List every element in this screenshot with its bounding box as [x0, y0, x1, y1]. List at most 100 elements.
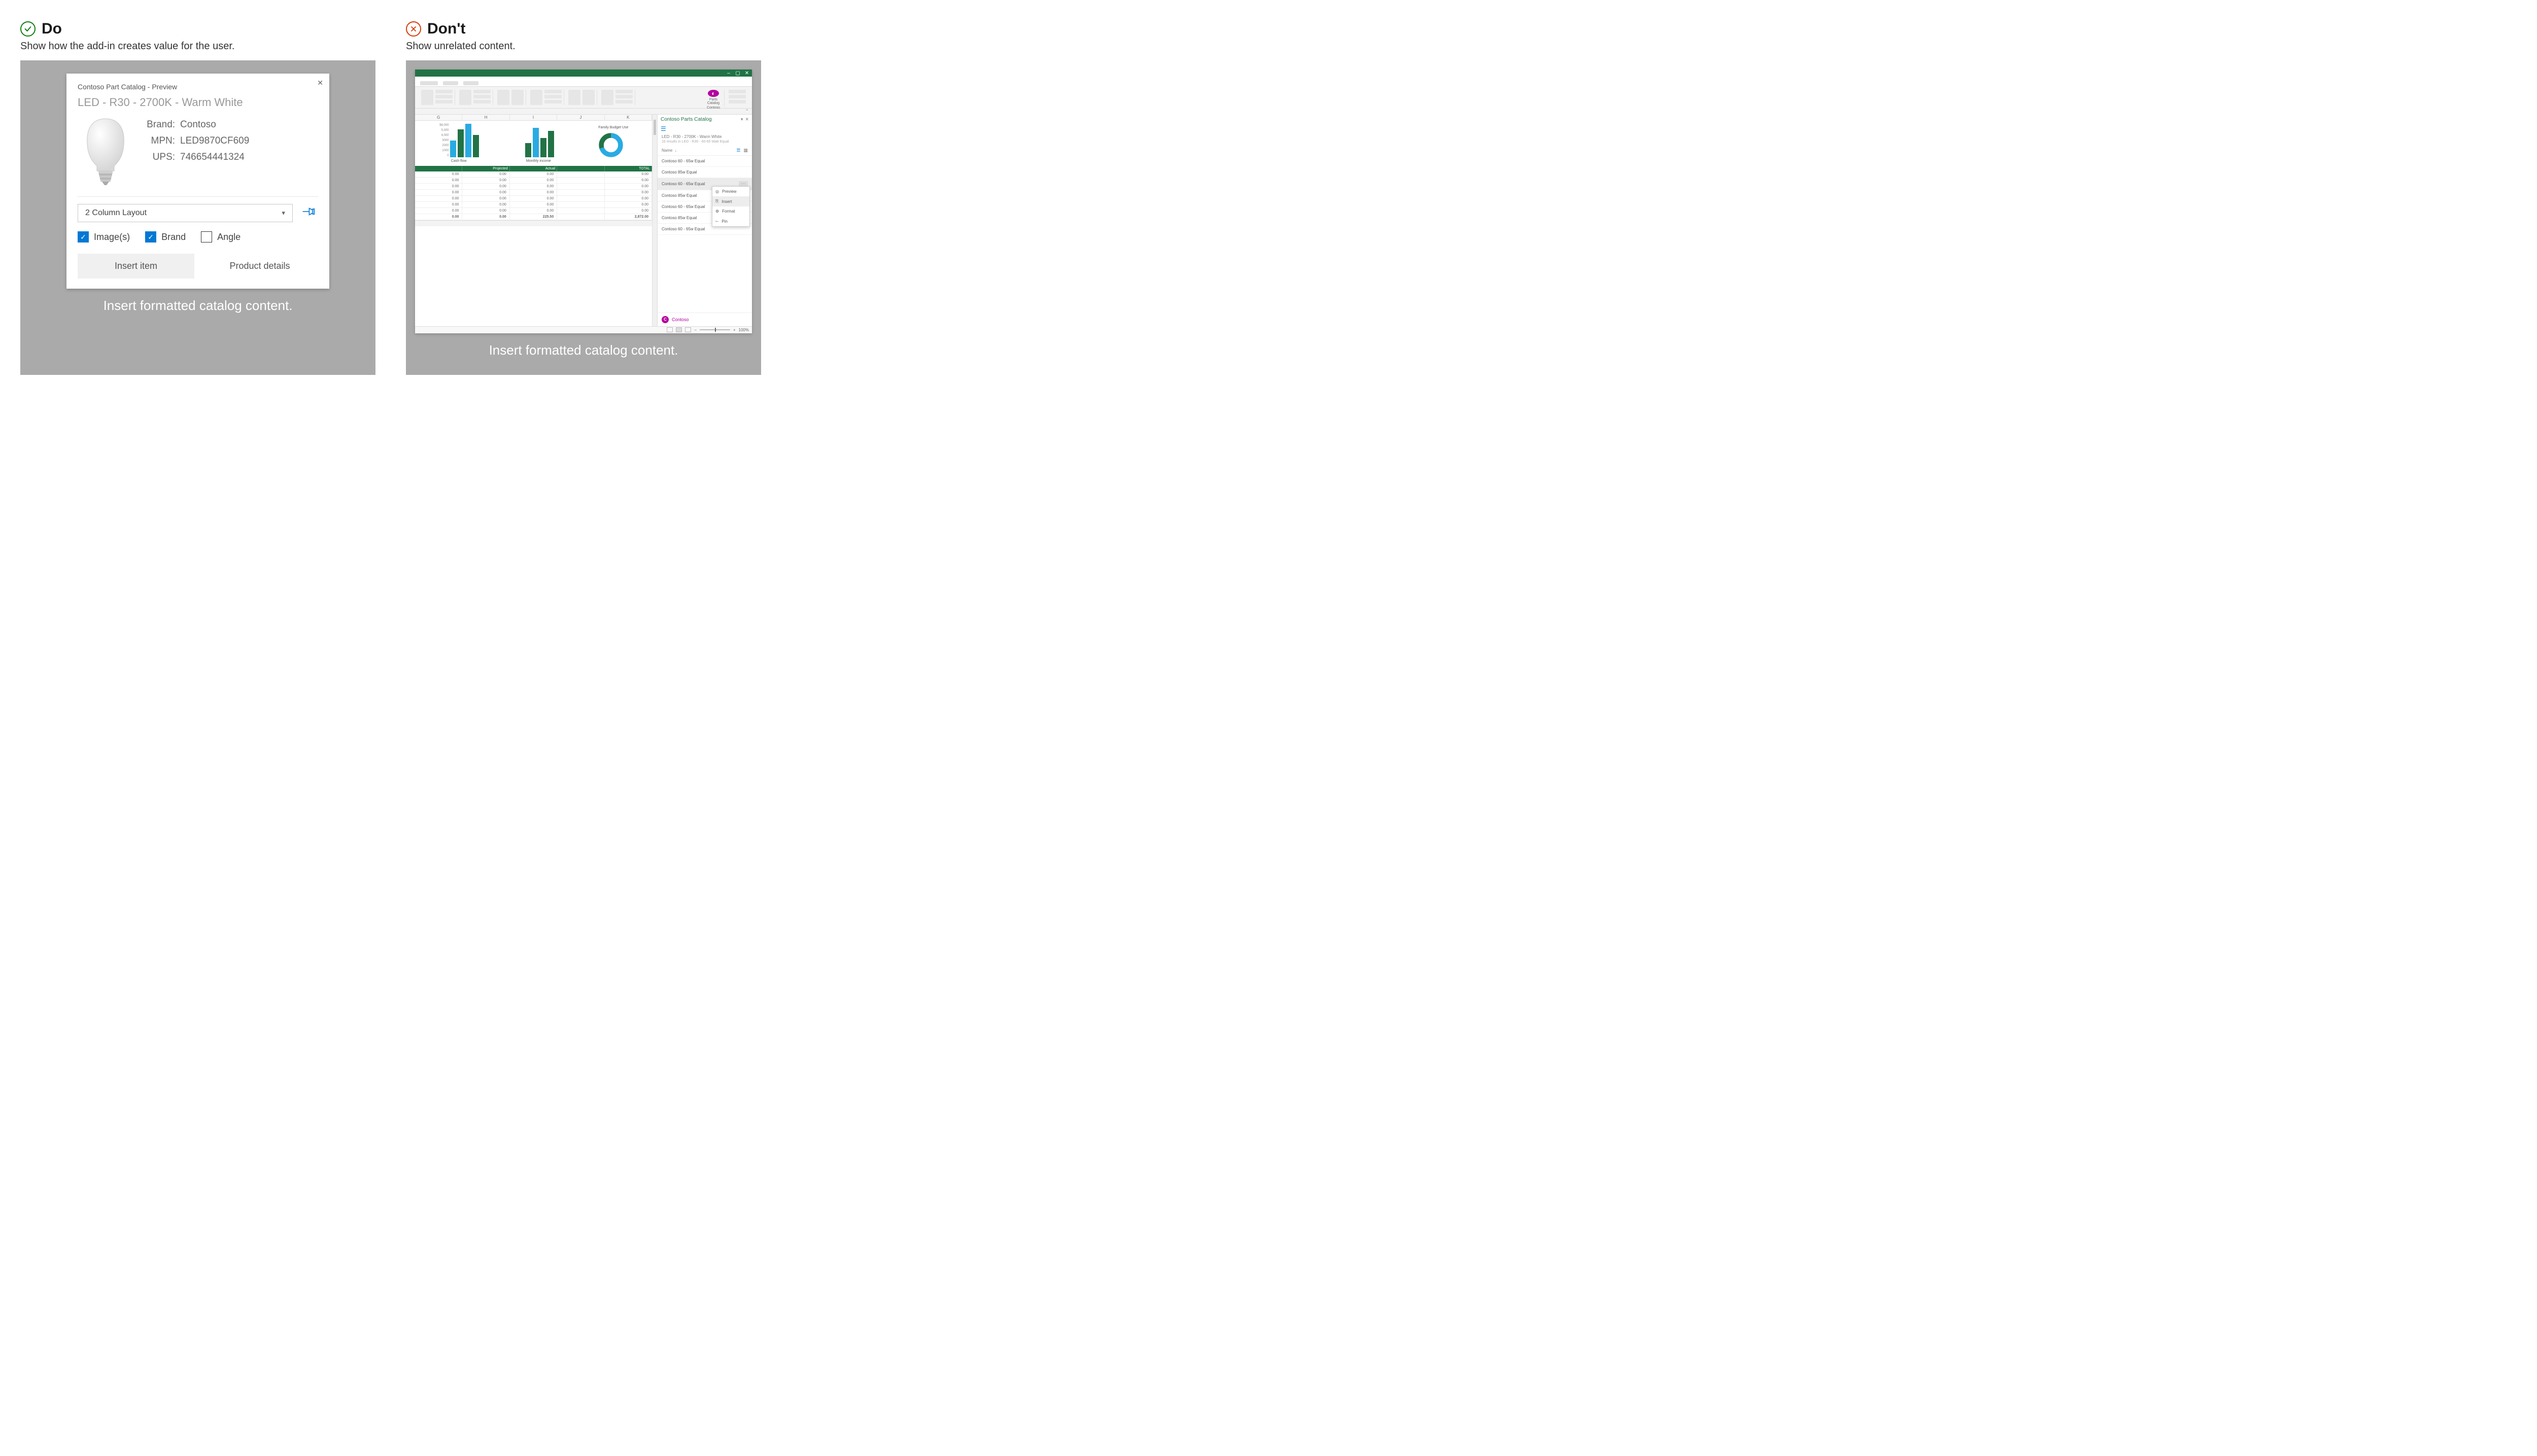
view-normal-icon[interactable]	[667, 327, 673, 332]
images-checkbox[interactable]: ✓ Image(s)	[78, 231, 130, 242]
table-cell[interactable]: 0.00	[415, 196, 462, 201]
table-col-header[interactable]: Actual	[510, 166, 557, 171]
ribbon-button[interactable]	[435, 95, 453, 98]
ribbon-button[interactable]	[601, 90, 613, 105]
ribbon-button[interactable]	[729, 95, 746, 98]
table-cell[interactable]: 0.00	[415, 171, 462, 177]
column-header[interactable]: G	[415, 115, 462, 120]
table-cell[interactable]: 0.00	[462, 196, 509, 201]
table-cell[interactable]	[557, 208, 604, 214]
sort-arrow-icon[interactable]: ↓	[674, 148, 677, 153]
table-cell[interactable]	[557, 171, 604, 177]
table-cell[interactable]: 0.00	[415, 208, 462, 214]
table-col-header[interactable]: Projected	[462, 166, 509, 171]
table-cell[interactable]: 0.00	[605, 178, 652, 183]
ribbon-tab[interactable]	[443, 81, 458, 85]
ribbon-button[interactable]	[459, 90, 471, 105]
maximize-icon[interactable]: ▢	[735, 71, 741, 76]
table-cell[interactable]: 0.00	[605, 196, 652, 201]
taskpane-breadcrumb[interactable]: LED - R30 - 2700K - Warm White	[658, 133, 752, 140]
minimize-icon[interactable]: –	[726, 71, 732, 76]
close-icon[interactable]: ✕	[745, 117, 749, 122]
ribbon-button[interactable]	[497, 90, 509, 105]
format-menu-item[interactable]: ⚙Format	[712, 206, 749, 216]
zoom-slider[interactable]	[700, 329, 730, 330]
ribbon-button[interactable]	[615, 100, 633, 103]
table-cell[interactable]	[557, 184, 604, 189]
table-cell[interactable]	[557, 196, 604, 201]
table-cell[interactable]	[557, 202, 604, 207]
column-header[interactable]: J	[557, 115, 604, 120]
parts-catalog-button[interactable]: ◐ Parts Catalog Contoso	[705, 90, 722, 107]
table-cell[interactable]: 0.00	[462, 202, 509, 207]
vertical-scrollbar[interactable]	[652, 115, 657, 326]
list-item[interactable]: Contoso 60 - 65w Equal	[658, 156, 752, 167]
close-icon[interactable]: ✕	[744, 71, 750, 76]
ribbon-button[interactable]	[544, 100, 562, 103]
table-cell[interactable]: 0.00	[462, 178, 509, 183]
column-header[interactable]: H	[462, 115, 509, 120]
view-break-icon[interactable]	[685, 327, 691, 332]
list-view-icon[interactable]: ☰	[736, 148, 740, 153]
table-cell[interactable]: 0.00	[510, 202, 557, 207]
table-cell[interactable]: 0.00	[605, 184, 652, 189]
column-header[interactable]: K	[605, 115, 652, 120]
close-icon[interactable]: ✕	[317, 79, 323, 87]
vendor-name[interactable]: Contoso	[672, 317, 689, 322]
ribbon-button[interactable]	[544, 90, 562, 93]
ribbon-button[interactable]	[530, 90, 542, 105]
ribbon-button[interactable]	[582, 90, 595, 105]
ribbon-button[interactable]	[544, 95, 562, 98]
table-cell[interactable]: 0.00	[510, 171, 557, 177]
ribbon-button[interactable]	[421, 90, 433, 105]
table-col-header[interactable]	[415, 166, 462, 171]
table-cell[interactable]: 0.00	[415, 178, 462, 183]
ribbon-button[interactable]	[435, 100, 453, 103]
ribbon-button[interactable]	[568, 90, 580, 105]
table-cell[interactable]: 0.00	[510, 184, 557, 189]
ribbon-tab[interactable]	[420, 81, 438, 85]
table-cell[interactable]: 0.00	[510, 178, 557, 183]
hamburger-icon[interactable]: ☰	[658, 124, 752, 133]
view-page-icon[interactable]	[676, 327, 682, 332]
ribbon-button[interactable]	[615, 95, 633, 98]
brand-checkbox[interactable]: ✓ Brand	[145, 231, 186, 242]
zoom-level[interactable]: 100%	[739, 328, 749, 332]
table-cell[interactable]: 0.00	[605, 208, 652, 214]
table-cell[interactable]: 0.00	[462, 190, 509, 195]
table-cell[interactable]: 0.00	[605, 202, 652, 207]
chevron-down-icon[interactable]: ▾	[741, 117, 743, 122]
ribbon-tab[interactable]	[463, 81, 478, 85]
ribbon-button[interactable]	[511, 90, 524, 105]
sheet-tabs-area[interactable]	[415, 220, 652, 226]
ribbon-collapse-button[interactable]: ⌃	[415, 109, 752, 115]
table-cell[interactable]: 0.00	[605, 171, 652, 177]
ribbon-button[interactable]	[473, 95, 491, 98]
zoom-in-icon[interactable]: +	[733, 328, 736, 332]
ribbon-button[interactable]	[473, 100, 491, 103]
insert-menu-item[interactable]: ⎘Insert	[712, 196, 749, 206]
preview-menu-item[interactable]: ◎Preview	[712, 187, 749, 196]
sort-label[interactable]: Name	[662, 148, 672, 153]
column-header[interactable]: I	[510, 115, 557, 120]
table-cell[interactable]: 0.00	[462, 184, 509, 189]
table-col-header[interactable]	[557, 166, 604, 171]
taskpane-list[interactable]: ◎Preview ⎘Insert ⚙Format ⤚Pin Contoso 60…	[658, 156, 752, 313]
ribbon-button[interactable]	[729, 100, 746, 103]
ribbon-button[interactable]	[615, 90, 633, 93]
ribbon-button[interactable]	[473, 90, 491, 93]
table-cell[interactable]: 0.00	[415, 202, 462, 207]
table-cell[interactable]: 0.00	[415, 184, 462, 189]
table-cell[interactable]	[557, 178, 604, 183]
worksheet[interactable]: G H I J K $6,000 5,000	[415, 115, 652, 326]
angle-checkbox[interactable]: Angle	[201, 231, 241, 242]
ribbon-button[interactable]	[729, 90, 746, 93]
table-col-header[interactable]: TOTAL	[605, 166, 652, 171]
table-cell[interactable]: 0.00	[510, 208, 557, 214]
table-cell[interactable]: 0.00	[605, 190, 652, 195]
table-cell[interactable]: 0.00	[462, 171, 509, 177]
grid-view-icon[interactable]: ▦	[743, 148, 748, 153]
table-cell[interactable]: 0.00	[462, 208, 509, 214]
zoom-out-icon[interactable]: −	[694, 328, 697, 332]
list-item[interactable]: Contoso 85w Equal	[658, 167, 752, 178]
